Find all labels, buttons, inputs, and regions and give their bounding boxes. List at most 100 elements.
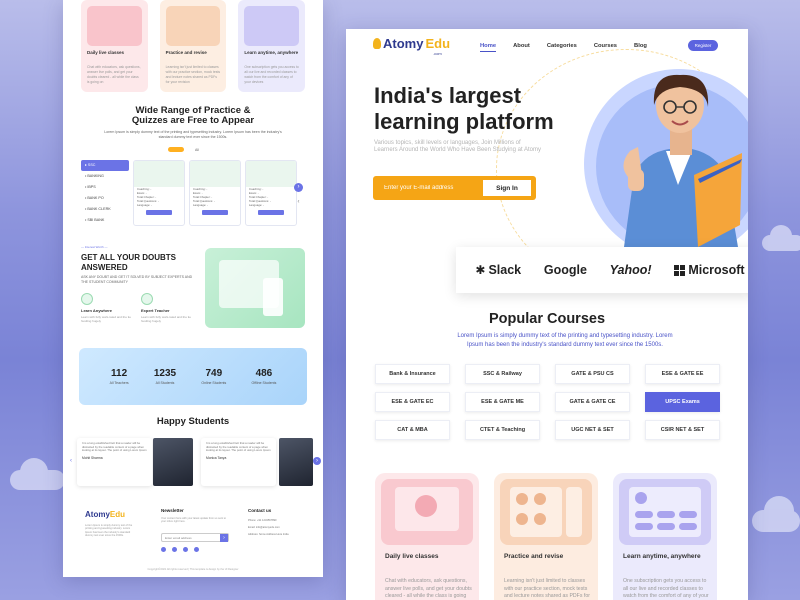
mini-card-title: Daily live classes — [87, 50, 125, 55]
course-button[interactable]: CTET & Teaching — [465, 420, 540, 440]
nav-link-home[interactable]: Home — [480, 43, 497, 52]
stat-value: 112 — [111, 368, 128, 379]
stat-item: 749 Online Students — [201, 368, 226, 385]
chevron-left-icon[interactable]: ‹ — [294, 198, 303, 207]
stat-value: 1235 — [153, 368, 177, 379]
start-quiz-button[interactable] — [258, 210, 284, 215]
start-quiz-button[interactable] — [202, 210, 228, 215]
classroom-illustration — [87, 6, 142, 46]
cloud-decoration — [752, 496, 800, 532]
quiz-card[interactable]: Coaching: - Exam: - Total Chapter: - Tot… — [189, 160, 241, 226]
stat-item: 112 All Teachers — [110, 368, 129, 385]
full-page-preview: Daily live classes Chat with educators, … — [63, 0, 323, 577]
stat-label: All Students — [155, 381, 175, 385]
quiz-category-item[interactable]: ▸ SSC — [81, 160, 129, 171]
brand-yahoo: Yahoo! — [609, 263, 652, 277]
doubts-feature-desc: Learn with fully work-rated and the tie … — [81, 315, 131, 323]
testimonials-heading: Happy Students — [156, 416, 230, 427]
stat-value: 749 — [205, 368, 223, 379]
brand-slack: ✱ Slack — [475, 263, 522, 277]
quiz-tab[interactable]: All — [190, 147, 204, 153]
practice-illustration — [500, 479, 592, 545]
course-button[interactable]: ESE & GATE EC — [375, 392, 450, 412]
courses-subtitle: Lorem Ipsum is simply dummy text of the … — [457, 333, 673, 348]
video-illustration — [244, 6, 300, 46]
phone-illustration — [263, 278, 283, 316]
footer-logo[interactable]: AtomyEdu — [85, 510, 125, 519]
newsletter-title: Newsletter — [161, 508, 184, 513]
course-button[interactable]: GATE & PSU CS — [555, 364, 630, 384]
stats-banner: 112 All Teachers 1235 All Students 749 O… — [79, 348, 307, 405]
stat-item: 1235 All Students — [154, 368, 176, 385]
sign-in-button[interactable]: Sign In — [483, 180, 531, 196]
quiz-cards: Coaching: - Exam: - Total Chapter: - Tot… — [133, 160, 323, 226]
chevron-right-icon[interactable]: › — [294, 183, 303, 192]
quiz-tab[interactable] — [168, 147, 184, 152]
course-button[interactable]: ESE & GATE EE — [645, 364, 720, 384]
nav-link-categories[interactable]: Categories — [547, 43, 577, 52]
mini-card-title: Learn anytime, anywhere — [244, 50, 299, 55]
doubts-section: — Interest Worth — GET ALL YOUR DOUBTS A… — [81, 245, 196, 285]
testimonial-text: It is a long established fact that a rea… — [206, 441, 271, 453]
hero-signup-form: Sign In — [374, 177, 535, 199]
stat-value: 486 — [255, 368, 273, 379]
bank-building-icon — [134, 161, 184, 187]
testimonial-card: It is a long established fact that a rea… — [77, 438, 152, 486]
facebook-icon[interactable] — [161, 547, 166, 552]
register-button[interactable]: Register — [688, 40, 718, 51]
student-photo — [279, 438, 313, 486]
chevron-left-icon[interactable]: ‹ — [67, 457, 75, 465]
start-quiz-button[interactable] — [146, 210, 172, 215]
course-button-active[interactable]: UPSC Exams — [645, 392, 720, 412]
footer-about: Lorem Ipsum is simply dummy text of the … — [85, 524, 133, 538]
copyright: Copyright©2021 All rights reserved | Thi… — [147, 568, 239, 571]
doubts-feature: Expert Teacher Learn with fully work-rat… — [141, 293, 191, 323]
quiz-card[interactable]: Coaching: - Exam: - Total Chapter: - Tot… — [133, 160, 185, 226]
bulb-icon — [373, 38, 381, 49]
testimonial-name: Mohit Sharma — [82, 455, 103, 460]
cloud-decoration — [10, 458, 65, 490]
newsletter-email-input[interactable]: Enter email address › — [161, 533, 229, 542]
course-button[interactable]: CAT & MBA — [375, 420, 450, 440]
site-logo[interactable]: Atomy Edu — [373, 36, 450, 51]
newsletter-text: Your content here with your latest updat… — [161, 517, 226, 524]
quiz-category-item[interactable]: • SBI BANK — [81, 215, 129, 226]
mini-feature-cards: Daily live classes Chat with educators, … — [81, 0, 306, 92]
doubts-feature-desc: Learn with fully work-rated and the tie … — [141, 315, 191, 323]
course-button[interactable]: UGC NET & SET — [555, 420, 630, 440]
video-grid-illustration — [619, 479, 711, 545]
feature-card: Learn anytime, anywhere One subscription… — [613, 473, 717, 600]
course-button[interactable]: GATE & GATE CE — [555, 392, 630, 412]
twitter-icon[interactable] — [172, 547, 177, 552]
send-arrow-icon[interactable]: › — [220, 534, 228, 542]
quiz-category-item[interactable]: • BANK PO — [81, 193, 129, 204]
course-button[interactable]: ESE & GATE ME — [465, 392, 540, 412]
instagram-icon[interactable] — [183, 547, 188, 552]
bank-building-icon — [246, 161, 296, 187]
student-photo — [623, 74, 742, 247]
quiz-category-item[interactable]: • IBPS — [81, 182, 129, 193]
mini-feature-card: Daily live classes Chat with educators, … — [81, 0, 148, 92]
feature-title: Practice and revise — [504, 553, 564, 560]
brand-logos-bar: ✱ Slack Google Yahoo! Microsoft — [456, 247, 748, 293]
testimonial-text: It is a long established fact that a rea… — [82, 441, 147, 453]
linkedin-icon[interactable] — [194, 547, 199, 552]
contact-line: Phone: +91 1234567890 — [248, 519, 277, 522]
courses-title: Popular Courses — [488, 311, 606, 327]
quiz-card[interactable]: Coaching: - Exam: - Total Chapter: - Tot… — [245, 160, 297, 226]
stat-label: Online Students — [201, 381, 227, 385]
chevron-right-icon[interactable]: › — [313, 457, 321, 465]
testimonials-carousel: ‹ It is a long established fact that a r… — [67, 438, 321, 488]
testimonial-card: It is a long established fact that a rea… — [201, 438, 276, 486]
hero-email-input[interactable] — [374, 177, 470, 199]
teacher-icon — [141, 293, 153, 305]
course-button[interactable]: Bank & Insurance — [375, 364, 450, 384]
course-button[interactable]: CSIR NET & SET — [645, 420, 720, 440]
quiz-category-item[interactable]: • BANK CLERK — [81, 204, 129, 215]
stat-item: 486 Offline Students — [251, 368, 276, 385]
quiz-card-line: Language: - — [193, 203, 208, 207]
course-button[interactable]: SSC & Railway — [465, 364, 540, 384]
quiz-subtitle: Lorem Ipsum is simply dummy text of the … — [104, 130, 282, 139]
nav-link-about[interactable]: About — [513, 43, 530, 52]
quiz-category-item[interactable]: • BANKING — [81, 171, 129, 182]
